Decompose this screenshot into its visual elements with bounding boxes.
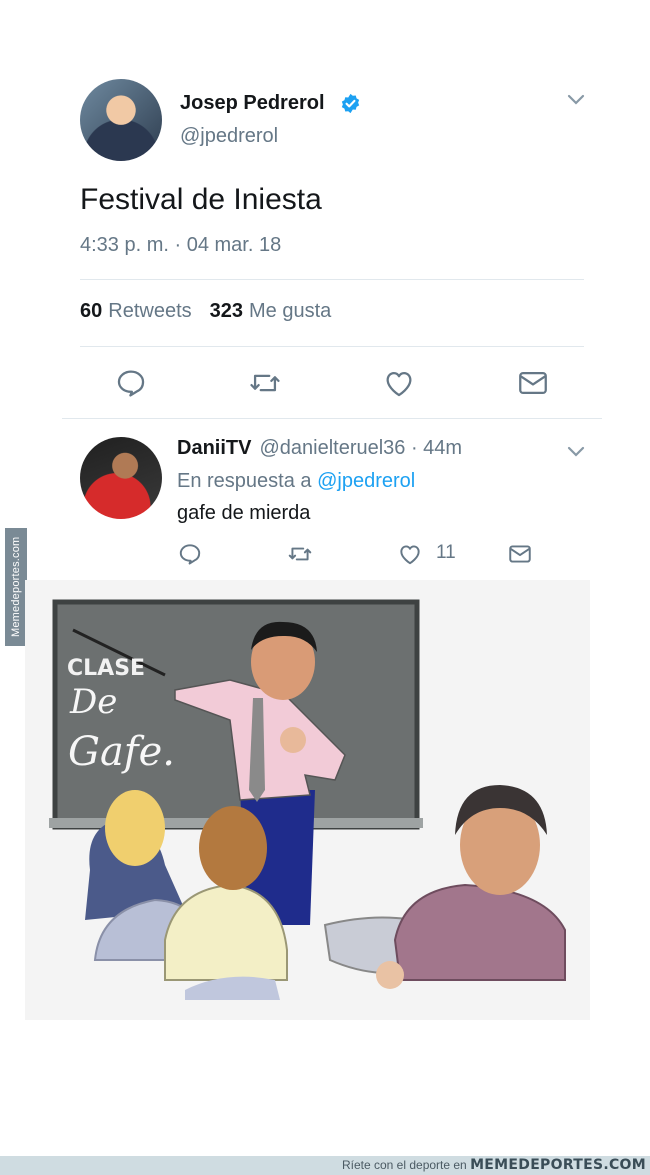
tweet-stats: 60 Retweets 323 Me gusta — [80, 300, 331, 323]
footer-watermark-prefix: Ríete con el deporte en — [341, 1158, 467, 1172]
retweets-stat[interactable]: 60 Retweets — [80, 300, 192, 323]
like-icon[interactable] — [397, 541, 423, 567]
reply-header: DaniiTV @danielteruel36 · 44m — [177, 437, 462, 460]
author-name[interactable]: Josep Pedrerol — [180, 92, 325, 115]
author-handle[interactable]: @jpedrerol — [180, 125, 278, 148]
footer-watermark-brand: MEMEDEPORTES.COM — [470, 1157, 646, 1173]
retweet-icon[interactable] — [287, 541, 313, 567]
student-1-hair — [105, 790, 165, 866]
divider — [80, 346, 584, 347]
board-text-line1: CLASE — [67, 656, 145, 681]
student-3-body — [393, 883, 566, 981]
meme-image[interactable]: CLASE De Gafe. — [25, 580, 590, 1020]
chevron-down-icon[interactable] — [566, 445, 586, 459]
reply-icon[interactable] — [114, 366, 148, 400]
reply-author-name[interactable]: DaniiTV — [177, 437, 251, 459]
verified-badge-icon — [341, 93, 360, 114]
student-3-hand — [376, 961, 404, 989]
footer-watermark: Ríete con el deporte en MEMEDEPORTES.COM — [342, 1156, 646, 1175]
direct-message-icon[interactable] — [507, 541, 533, 567]
chevron-down-icon[interactable] — [566, 92, 586, 108]
retweets-label: Retweets — [108, 300, 192, 322]
author-avatar[interactable] — [80, 79, 162, 161]
reply-actions: 11 — [177, 541, 557, 569]
direct-message-icon[interactable] — [516, 366, 550, 400]
classroom-illustration: CLASE De Gafe. — [49, 599, 566, 1000]
reply-text: gafe de mierda — [177, 502, 311, 524]
footer-watermark-bar: Ríete con el deporte en MEMEDEPORTES.COM — [0, 1156, 650, 1175]
tweet-actions — [80, 366, 584, 400]
student-2-hair — [199, 806, 267, 890]
likes-count: 323 — [209, 300, 243, 322]
board-text-line2: De — [69, 682, 117, 722]
likes-stat[interactable]: 323 Me gusta — [210, 300, 332, 323]
divider — [80, 279, 584, 280]
reply-author-avatar[interactable] — [80, 437, 162, 519]
like-icon[interactable] — [382, 366, 416, 400]
retweet-icon[interactable] — [248, 366, 282, 400]
tweet-text: Festival de Iniesta — [80, 183, 322, 216]
in-reply-prefix: En respuesta a — [177, 470, 312, 492]
side-watermark: Memedeportes.com — [5, 528, 27, 646]
in-reply-mention[interactable]: @jpedrerol — [317, 470, 415, 492]
reply-icon[interactable] — [177, 541, 203, 567]
likes-label: Me gusta — [249, 300, 332, 322]
teacher-hand — [280, 727, 306, 753]
reply-meta: @danielteruel36 · 44m — [259, 437, 463, 459]
divider — [62, 418, 602, 419]
reply-like-count: 11 — [436, 542, 456, 563]
retweets-count: 60 — [80, 300, 103, 322]
in-reply-to: En respuesta a @jpedrerol — [177, 470, 415, 493]
tweet-timestamp[interactable]: 4:33 p. m. · 04 mar. 18 — [80, 234, 281, 257]
board-text-line3: Gafe. — [68, 729, 175, 775]
